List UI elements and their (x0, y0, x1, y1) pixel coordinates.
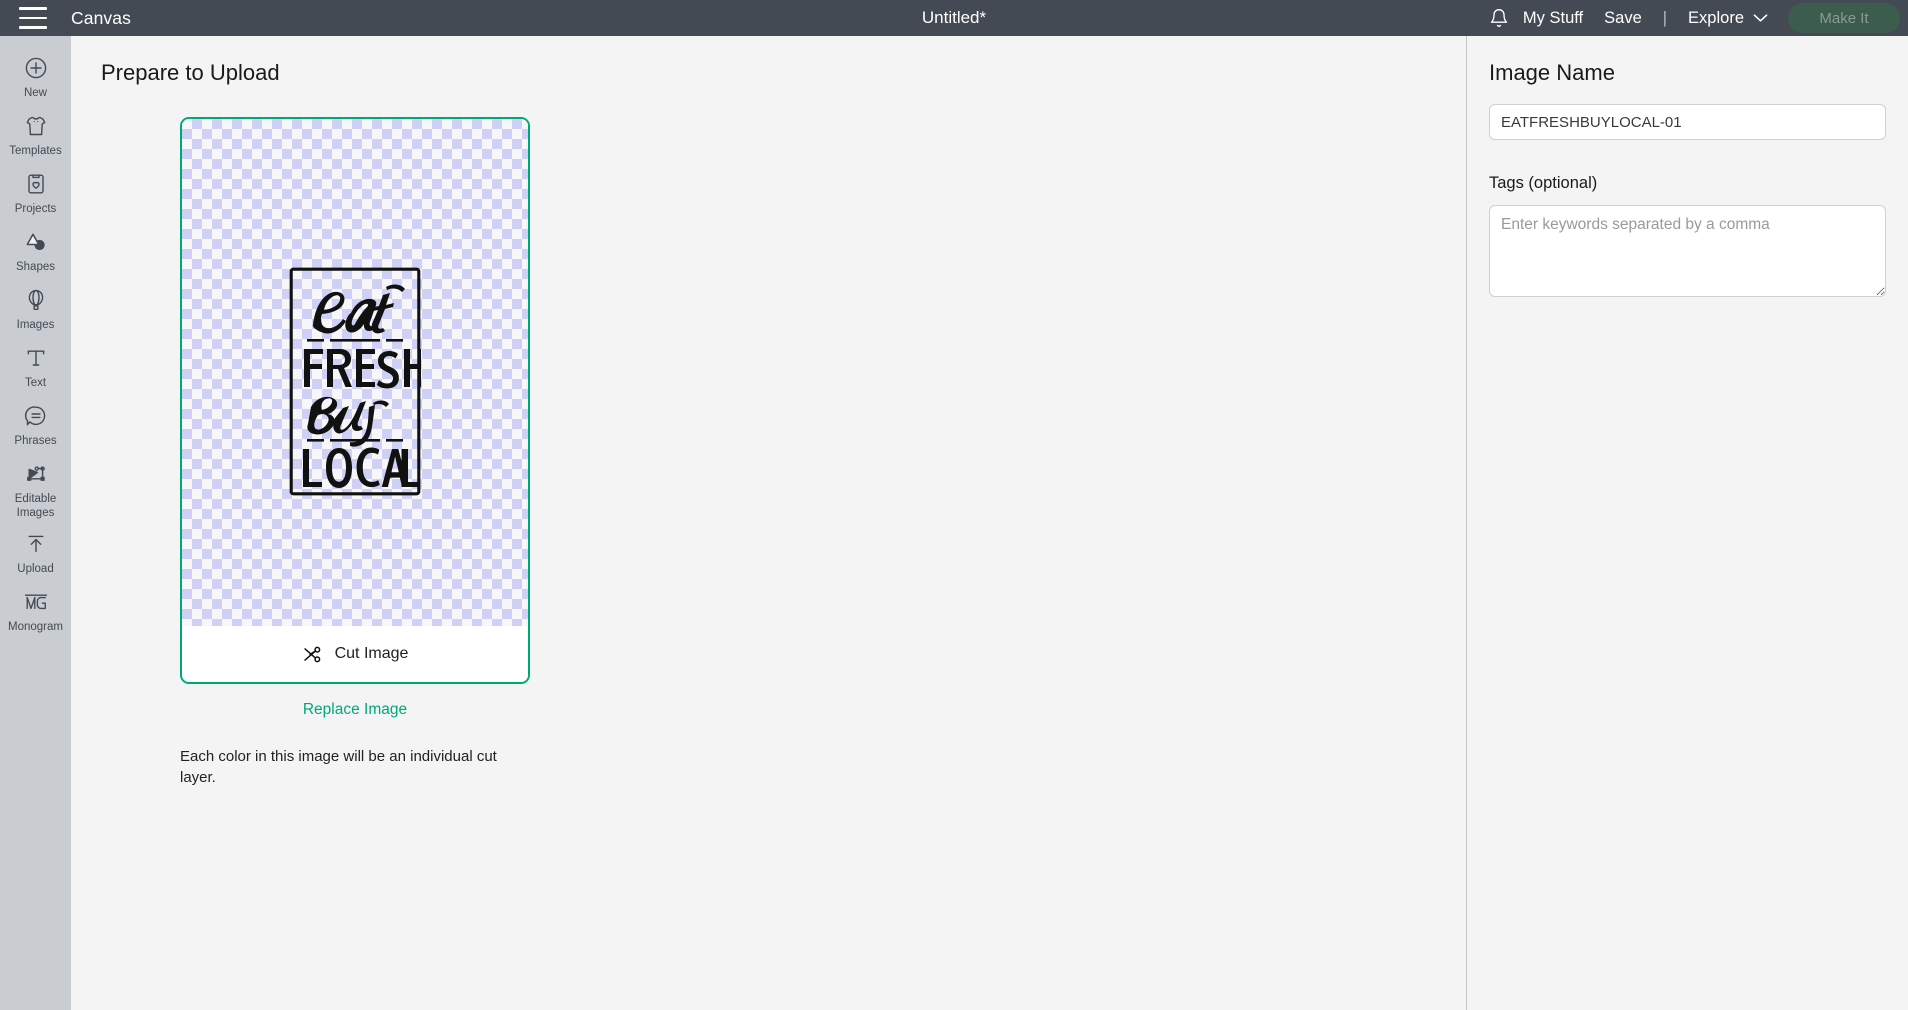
explore-label: Explore (1688, 8, 1744, 27)
save-button[interactable]: Save (1604, 9, 1642, 28)
sidebar-item-upload[interactable]: Upload (0, 520, 71, 578)
scissors-icon (302, 643, 324, 665)
sidebar-label: Templates (9, 145, 62, 157)
top-bar-actions: My Stuff Save | Explore Make It (1488, 0, 1908, 36)
toolbar-divider: | (1662, 8, 1668, 27)
tags-label: Tags (optional) (1489, 174, 1598, 192)
plus-circle-icon (23, 55, 49, 81)
transparency-checkerboard (182, 119, 528, 626)
upload-arrow-icon (23, 531, 49, 557)
image-name-input[interactable] (1489, 104, 1886, 140)
canvas-link[interactable]: Canvas (71, 8, 131, 29)
top-bar: Canvas Untitled* My Stuff Save | Explore… (0, 0, 1908, 36)
sidebar-item-monogram[interactable]: Monogram (0, 578, 71, 636)
hamburger-bar (19, 26, 47, 29)
sidebar-item-phrases[interactable]: Phrases (0, 392, 71, 450)
sidebar-label: Editable Images (14, 493, 57, 519)
sidebar-item-shapes[interactable]: Shapes (0, 218, 71, 276)
sidebar-item-templates[interactable]: Templates (0, 102, 71, 160)
left-sidebar: New Templates Projects Shapes Images Tex… (0, 36, 71, 1010)
sidebar-label: Shapes (15, 261, 55, 273)
text-t-icon (23, 345, 49, 371)
make-it-button[interactable]: Make It (1788, 3, 1900, 33)
sidebar-item-new[interactable]: New (0, 44, 71, 102)
hamburger-bar (19, 16, 47, 20)
explore-dropdown[interactable]: Explore (1688, 9, 1768, 28)
chevron-down-icon (1753, 9, 1768, 28)
sidebar-label: Text (24, 377, 47, 389)
editable-nodes-icon (23, 461, 49, 487)
sidebar-item-text[interactable]: Text (0, 334, 71, 392)
sidebar-label: Images (16, 319, 55, 331)
sidebar-label: Phrases (14, 435, 57, 447)
notifications-bell-icon[interactable] (1488, 7, 1510, 29)
replace-image-link[interactable]: Replace Image (180, 701, 530, 719)
sidebar-item-images[interactable]: Images (0, 276, 71, 334)
page-title: Prepare to Upload (101, 60, 280, 85)
shapes-icon (23, 229, 49, 255)
image-details-panel: Image Name Tags (optional) (1466, 36, 1908, 1010)
main-content: Prepare to Upload Cut Image Replace Imag… (71, 36, 1465, 1010)
sidebar-label: New (23, 87, 47, 99)
cut-layer-description: Each color in this image will be an indi… (180, 748, 497, 786)
hamburger-bar (19, 7, 47, 10)
hamburger-menu-icon[interactable] (19, 7, 47, 29)
hot-air-balloon-icon (23, 287, 49, 313)
sidebar-item-projects[interactable]: Projects (0, 160, 71, 218)
speech-bubble-icon (23, 403, 49, 429)
tshirt-icon (23, 113, 49, 139)
sidebar-item-editable-images[interactable]: Editable Images (0, 450, 71, 520)
sidebar-label: Monogram (8, 621, 63, 633)
image-name-heading: Image Name (1489, 60, 1615, 85)
monogram-mg-icon (23, 589, 49, 615)
sidebar-label: Upload (17, 563, 54, 575)
uploaded-artwork (289, 267, 421, 496)
sidebar-label: Projects (14, 203, 57, 215)
cut-image-button[interactable]: Cut Image (182, 626, 528, 682)
my-stuff-link[interactable]: My Stuff (1523, 9, 1583, 28)
cut-image-label: Cut Image (334, 645, 409, 662)
tags-textarea[interactable] (1489, 205, 1886, 297)
project-title[interactable]: Untitled* (922, 8, 986, 28)
clipboard-heart-icon (23, 171, 49, 197)
image-preview-card[interactable]: Cut Image (180, 117, 530, 684)
